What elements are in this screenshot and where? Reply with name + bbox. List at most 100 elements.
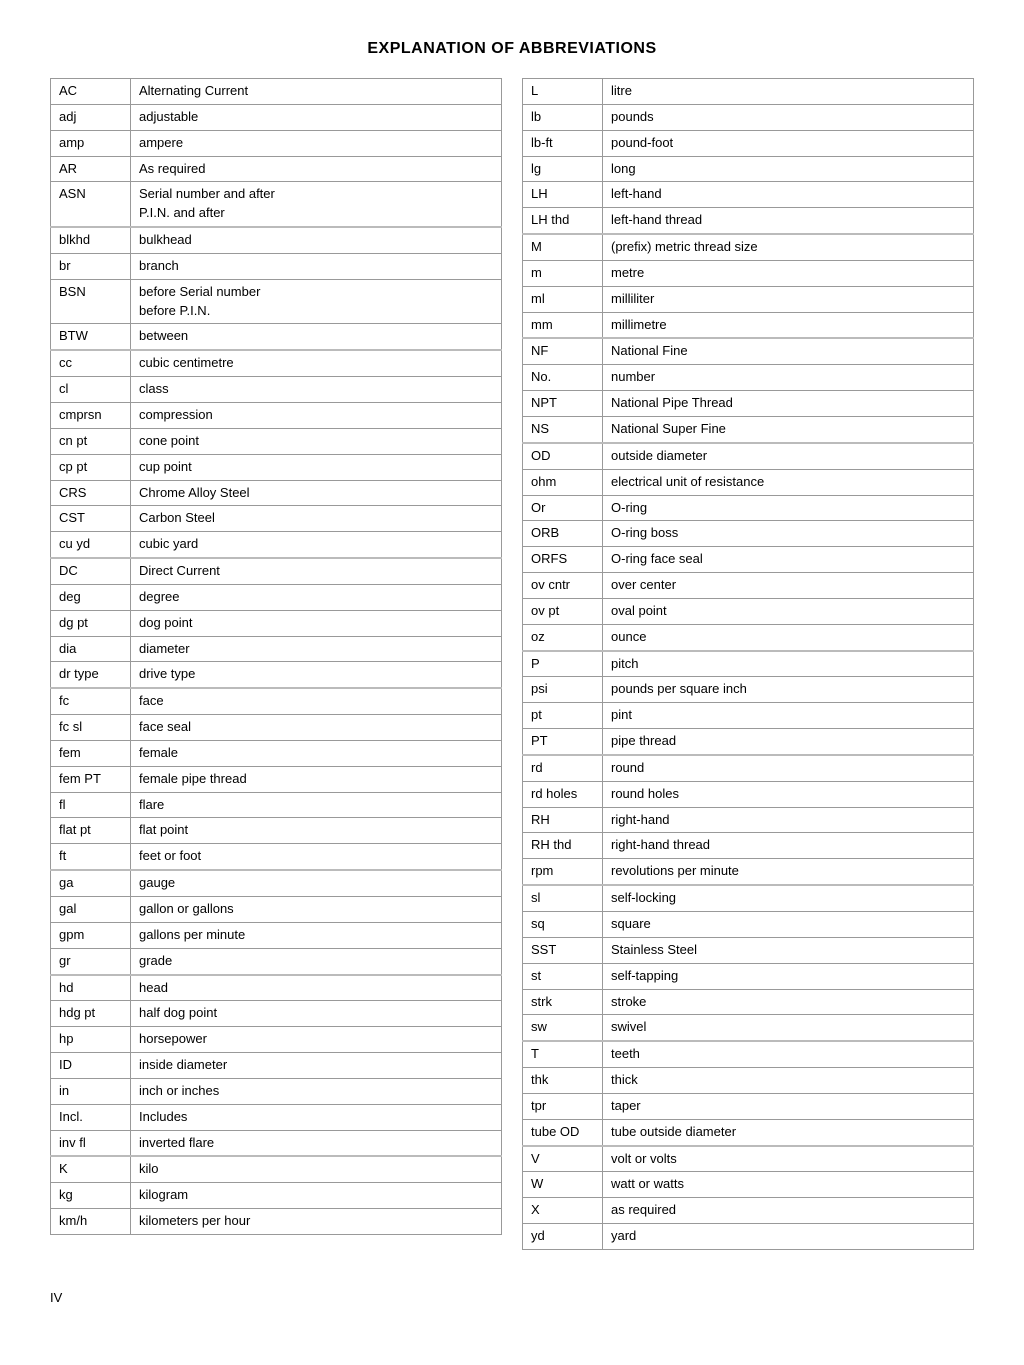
def-cell: revolutions per minute [603, 859, 974, 885]
abbr-cell: No. [523, 365, 603, 391]
abbr-cell: SST [523, 937, 603, 963]
table-row: femfemale [51, 740, 502, 766]
def-cell: right-hand [603, 807, 974, 833]
def-cell: self-locking [603, 885, 974, 911]
table-row: adjadjustable [51, 104, 502, 130]
table-row: cccubic centimetre [51, 350, 502, 376]
abbr-cell: W [523, 1172, 603, 1198]
abbr-cell: fem [51, 740, 131, 766]
table-row: lglong [523, 156, 974, 182]
table-row: slself-locking [523, 885, 974, 911]
table-row: RH thdright-hand thread [523, 833, 974, 859]
def-cell: bulkhead [131, 227, 502, 253]
abbr-cell: amp [51, 130, 131, 156]
def-cell: head [131, 975, 502, 1001]
abbr-cell: gr [51, 948, 131, 974]
abbr-cell: flat pt [51, 818, 131, 844]
abbr-cell: AR [51, 156, 131, 182]
table-row: Ppitch [523, 651, 974, 677]
table-row: IDinside diameter [51, 1053, 502, 1079]
table-row: clclass [51, 377, 502, 403]
table-row: tube ODtube outside diameter [523, 1119, 974, 1145]
page-title: EXPLANATION OF ABBREVIATIONS [50, 40, 974, 58]
abbr-cell: V [523, 1146, 603, 1172]
abbr-cell: cmprsn [51, 402, 131, 428]
def-cell: ounce [603, 624, 974, 650]
def-cell: watt or watts [603, 1172, 974, 1198]
abbr-cell: ohm [523, 469, 603, 495]
abbr-cell: deg [51, 584, 131, 610]
def-cell: left-hand [603, 182, 974, 208]
abbr-cell: gal [51, 897, 131, 923]
table-row: psipounds per square inch [523, 677, 974, 703]
abbr-cell: dr type [51, 662, 131, 688]
table-row: strkstroke [523, 989, 974, 1015]
def-cell: pitch [603, 651, 974, 677]
def-cell: Direct Current [131, 558, 502, 584]
table-row: PTpipe thread [523, 729, 974, 755]
table-row: NFNational Fine [523, 338, 974, 364]
abbr-cell: cn pt [51, 428, 131, 454]
abbr-cell: L [523, 79, 603, 105]
table-row: Llitre [523, 79, 974, 105]
left-table: ACAlternating Currentadjadjustableampamp… [50, 78, 502, 1235]
table-row: No.number [523, 365, 974, 391]
def-cell: branch [131, 253, 502, 279]
table-row: ov cntrover center [523, 573, 974, 599]
abbr-cell: RH [523, 807, 603, 833]
abbr-cell: ft [51, 844, 131, 870]
def-cell: over center [603, 573, 974, 599]
def-cell: National Super Fine [603, 416, 974, 442]
def-cell: drive type [131, 662, 502, 688]
abbr-cell: fc sl [51, 715, 131, 741]
abbr-cell: tpr [523, 1093, 603, 1119]
table-row: mmetre [523, 260, 974, 286]
abbr-cell: M [523, 234, 603, 260]
def-cell: as required [603, 1198, 974, 1224]
right-table: Llitrelbpoundslb-ftpound-footlglongLHlef… [522, 78, 974, 1250]
table-row: ampampere [51, 130, 502, 156]
def-cell: left-hand thread [603, 208, 974, 234]
def-cell: inverted flare [131, 1130, 502, 1156]
abbr-cell: fem PT [51, 766, 131, 792]
abbr-cell: NPT [523, 391, 603, 417]
abbr-cell: fl [51, 792, 131, 818]
table-row: NPTNational Pipe Thread [523, 391, 974, 417]
abbr-cell: tube OD [523, 1119, 603, 1145]
abbr-cell: P [523, 651, 603, 677]
abbr-cell: sl [523, 885, 603, 911]
abbr-cell: hd [51, 975, 131, 1001]
def-cell: kilogram [131, 1183, 502, 1209]
def-cell: pounds [603, 104, 974, 130]
abbr-cell: ID [51, 1053, 131, 1079]
table-row: cmprsncompression [51, 402, 502, 428]
table-row: ozounce [523, 624, 974, 650]
abbr-cell: BTW [51, 324, 131, 350]
abbr-cell: BSN [51, 279, 131, 324]
table-row: ORBO-ring boss [523, 521, 974, 547]
def-cell: milliliter [603, 286, 974, 312]
abbr-cell: oz [523, 624, 603, 650]
table-row: cu ydcubic yard [51, 532, 502, 558]
abbr-cell: adj [51, 104, 131, 130]
table-row: LHleft-hand [523, 182, 974, 208]
table-row: fem PTfemale pipe thread [51, 766, 502, 792]
def-cell: electrical unit of resistance [603, 469, 974, 495]
table-row: SSTStainless Steel [523, 937, 974, 963]
def-cell: cup point [131, 454, 502, 480]
abbr-cell: AC [51, 79, 131, 105]
table-row: ASNSerial number and afterP.I.N. and aft… [51, 182, 502, 227]
abbr-cell: lb-ft [523, 130, 603, 156]
def-cell: face seal [131, 715, 502, 741]
def-cell: volt or volts [603, 1146, 974, 1172]
def-cell: flat point [131, 818, 502, 844]
abbr-cell: in [51, 1078, 131, 1104]
def-cell: compression [131, 402, 502, 428]
abbr-cell: hdg pt [51, 1001, 131, 1027]
abbr-cell: PT [523, 729, 603, 755]
table-row: flat ptflat point [51, 818, 502, 844]
abbr-cell: Or [523, 495, 603, 521]
abbr-cell: strk [523, 989, 603, 1015]
table-row: Wwatt or watts [523, 1172, 974, 1198]
table-row: M(prefix) metric thread size [523, 234, 974, 260]
